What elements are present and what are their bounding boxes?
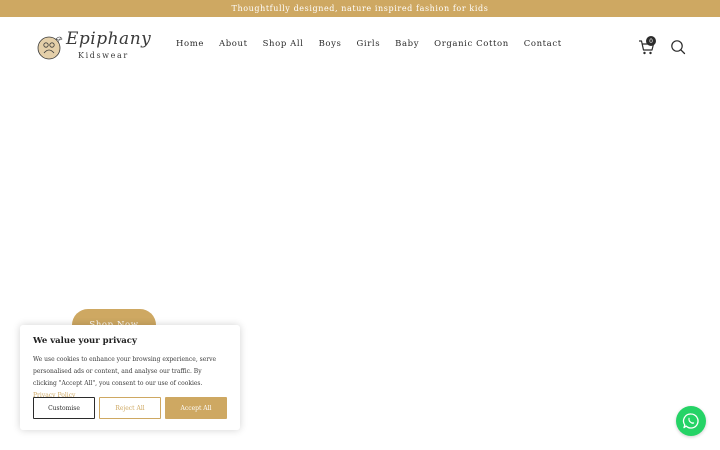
consent-body: We use cookies to enhance your browsing … bbox=[33, 356, 217, 387]
nav-item-girls[interactable]: Girls bbox=[357, 39, 381, 53]
logo-emblem-icon bbox=[37, 36, 63, 60]
consent-buttons: Customise Reject All Accept All bbox=[33, 397, 227, 419]
nav-item-contact[interactable]: Contact bbox=[524, 39, 562, 53]
announcement-bar: Thoughtfully designed, nature inspired f… bbox=[0, 0, 720, 17]
cookie-consent-banner: We value your privacy We use cookies to … bbox=[20, 325, 240, 430]
nav-item-baby[interactable]: Baby bbox=[395, 39, 419, 53]
cart-count-badge: 0 bbox=[646, 36, 656, 46]
search-icon[interactable] bbox=[670, 39, 686, 55]
accept-all-button[interactable]: Accept All bbox=[165, 397, 227, 419]
brand-name: Epiphany bbox=[66, 29, 152, 49]
nav-item-organic-cotton[interactable]: Organic Cotton bbox=[434, 39, 509, 53]
customise-button[interactable]: Customise bbox=[33, 397, 95, 419]
site-header: Epiphany Kidswear Home About Shop All Bo… bbox=[0, 17, 720, 77]
brand-sub: Kidswear bbox=[78, 51, 129, 60]
consent-title: We value your privacy bbox=[33, 336, 137, 346]
consent-text: We use cookies to enhance your browsing … bbox=[33, 354, 225, 402]
nav-item-about[interactable]: About bbox=[219, 39, 248, 53]
nav-item-shop-all[interactable]: Shop All bbox=[263, 39, 304, 53]
main-nav: Home About Shop All Boys Girls Baby Orga… bbox=[176, 39, 577, 53]
nav-item-boys[interactable]: Boys bbox=[319, 39, 342, 53]
whatsapp-icon bbox=[682, 413, 699, 429]
reject-all-button[interactable]: Reject All bbox=[99, 397, 161, 419]
brand-logo[interactable]: Epiphany Kidswear bbox=[36, 29, 151, 65]
nav-item-home[interactable]: Home bbox=[176, 39, 204, 53]
whatsapp-button[interactable] bbox=[676, 406, 706, 436]
announcement-text: Thoughtfully designed, nature inspired f… bbox=[231, 4, 489, 13]
